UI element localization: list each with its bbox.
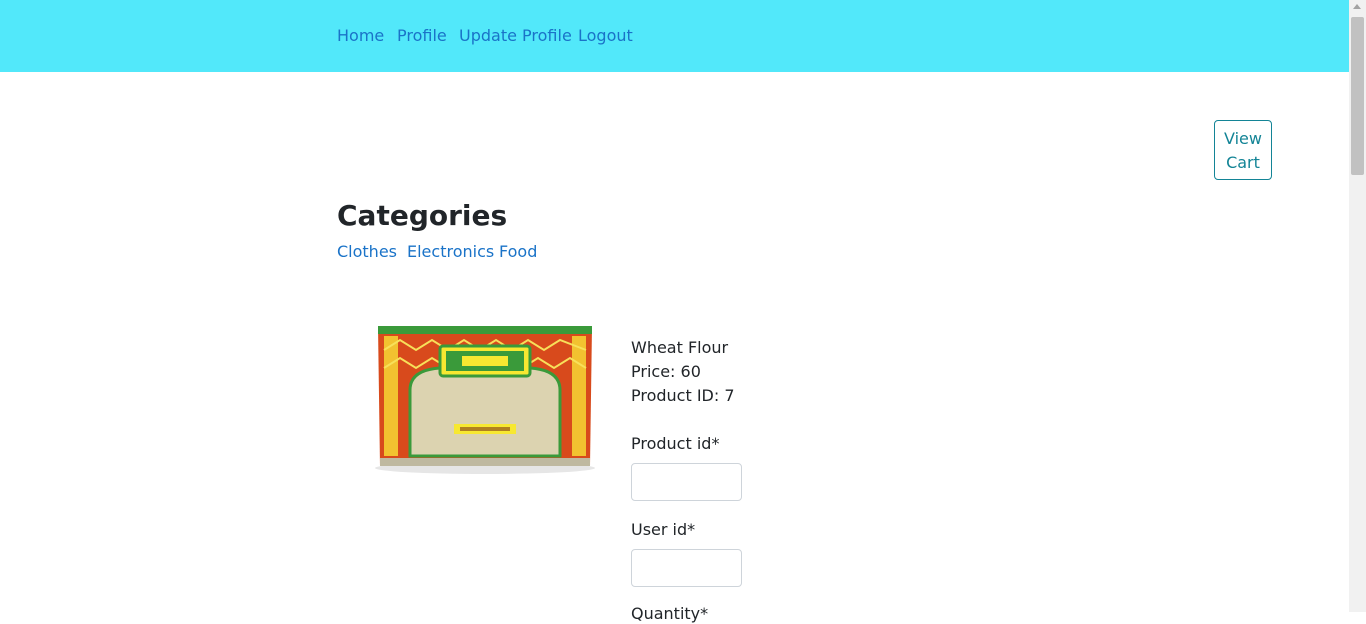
nav-update-profile-link[interactable]: Update Profile bbox=[459, 26, 572, 46]
category-electronics-link[interactable]: Electronics bbox=[407, 242, 494, 262]
product-id-label: Product id* bbox=[631, 434, 720, 453]
scroll-up-arrow-icon[interactable] bbox=[1353, 4, 1361, 9]
flour-package-image bbox=[375, 326, 595, 474]
view-cart-label-line1: View bbox=[1224, 129, 1262, 148]
product-name: Wheat Flour bbox=[631, 338, 729, 357]
top-navbar: Home Profile Update Profile Logout bbox=[0, 0, 1349, 72]
view-cart-label-line2: Cart bbox=[1226, 153, 1260, 172]
category-clothes-link[interactable]: Clothes bbox=[337, 242, 397, 262]
view-cart-button[interactable]: View Cart bbox=[1214, 120, 1272, 180]
page-scrollbar[interactable] bbox=[1349, 0, 1366, 612]
product-image bbox=[340, 320, 630, 480]
quantity-label: Quantity* bbox=[631, 604, 709, 623]
scrollbar-thumb[interactable] bbox=[1351, 17, 1364, 175]
user-id-label: User id* bbox=[631, 520, 696, 539]
categories-heading: Categories bbox=[337, 199, 508, 232]
nav-home-link[interactable]: Home bbox=[337, 26, 384, 46]
product-id-text: Product ID: 7 bbox=[631, 386, 735, 405]
product-id-input[interactable] bbox=[631, 463, 742, 501]
nav-profile-link[interactable]: Profile bbox=[397, 26, 447, 46]
user-id-input[interactable] bbox=[631, 549, 742, 587]
category-food-link[interactable]: Food bbox=[499, 242, 537, 262]
nav-logout-link[interactable]: Logout bbox=[578, 26, 633, 46]
product-price: Price: 60 bbox=[631, 362, 701, 381]
